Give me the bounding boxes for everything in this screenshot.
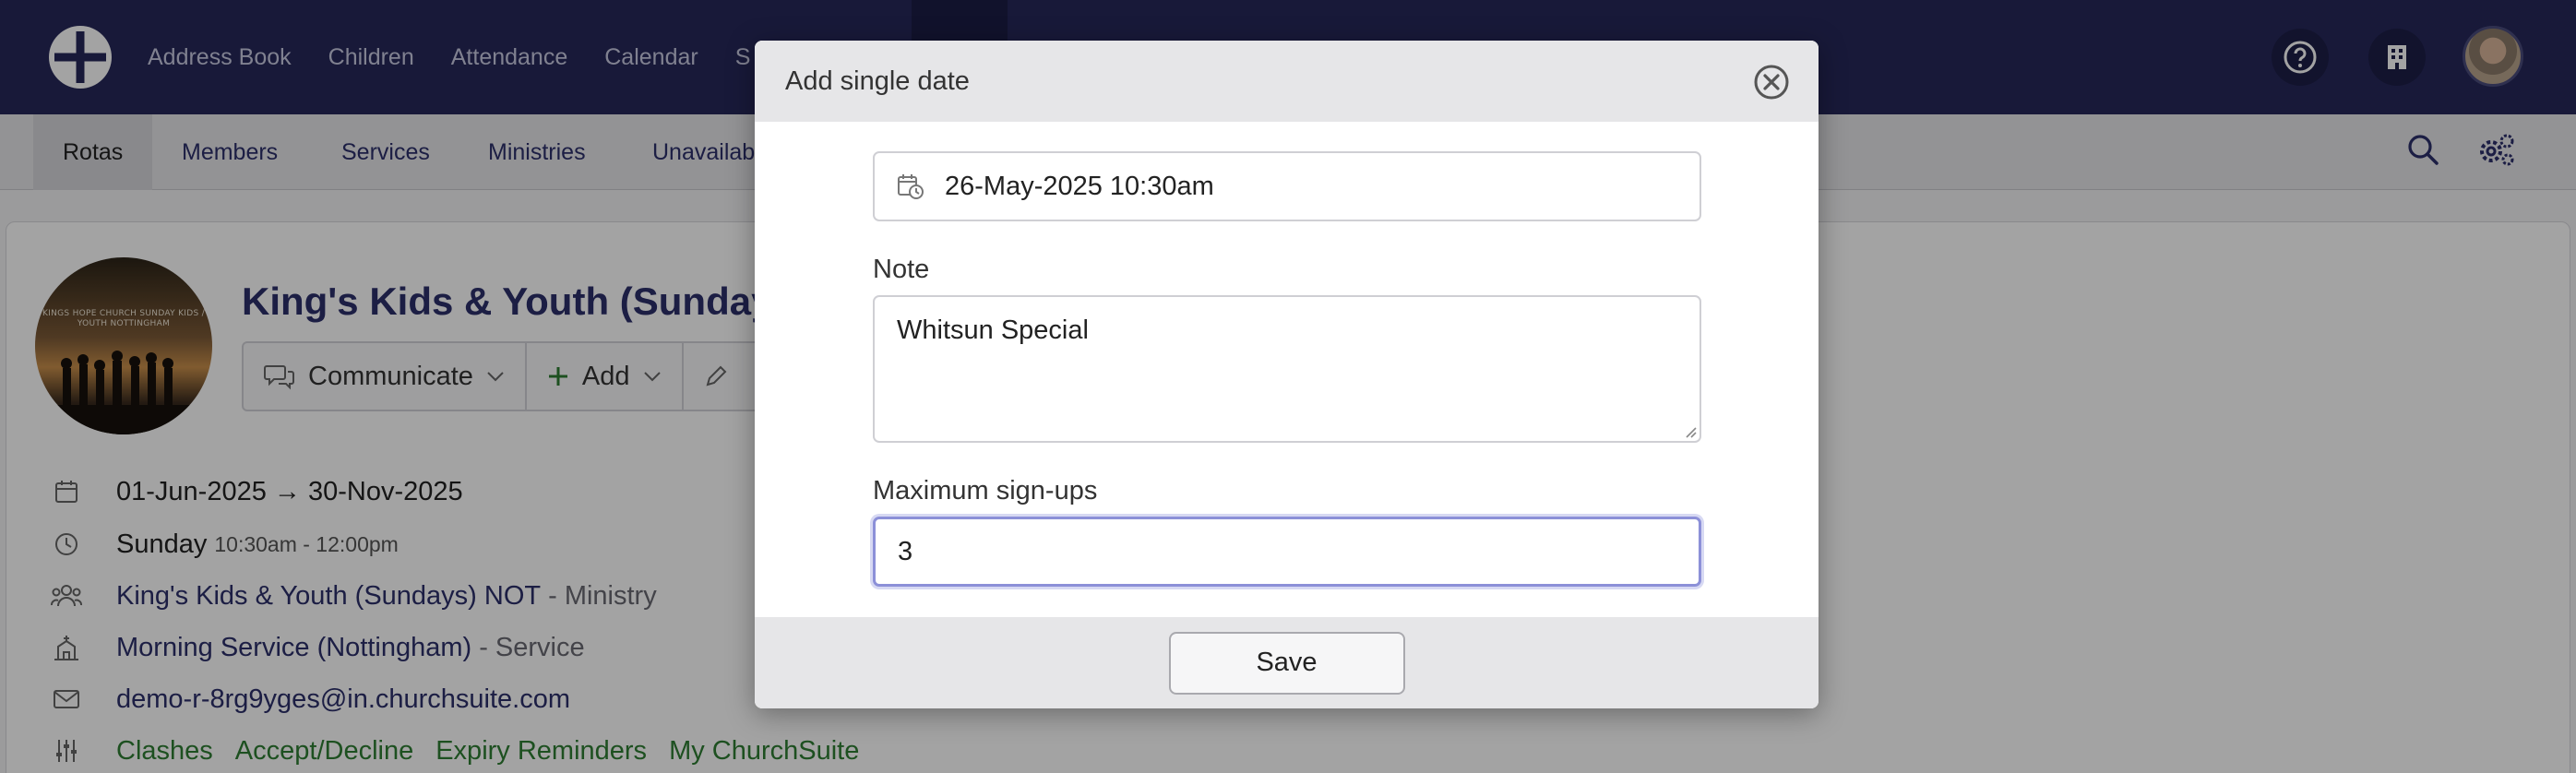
modal-title: Add single date — [785, 65, 970, 96]
note-label: Note — [873, 255, 930, 284]
close-button[interactable] — [1751, 62, 1792, 102]
max-signups-label: Maximum sign-ups — [873, 476, 1098, 505]
add-single-date-modal: Add single date 26-May-2025 10:30am Note — [755, 41, 1819, 708]
calendar-clock-icon — [897, 171, 928, 202]
date-time-field[interactable]: 26-May-2025 10:30am — [873, 151, 1701, 221]
resize-grip-icon[interactable] — [1681, 422, 1698, 439]
modal-footer: Save — [755, 617, 1819, 708]
max-signups-input[interactable]: 3 — [873, 517, 1701, 587]
modal-header: Add single date — [755, 41, 1819, 122]
close-circle-icon — [1754, 65, 1789, 100]
note-textarea[interactable]: Whitsun Special — [873, 295, 1701, 443]
save-button[interactable]: Save — [1168, 631, 1405, 695]
date-time-value: 26-May-2025 10:30am — [945, 171, 1214, 201]
page: Address Book Children Attendance Calenda… — [0, 0, 2576, 773]
